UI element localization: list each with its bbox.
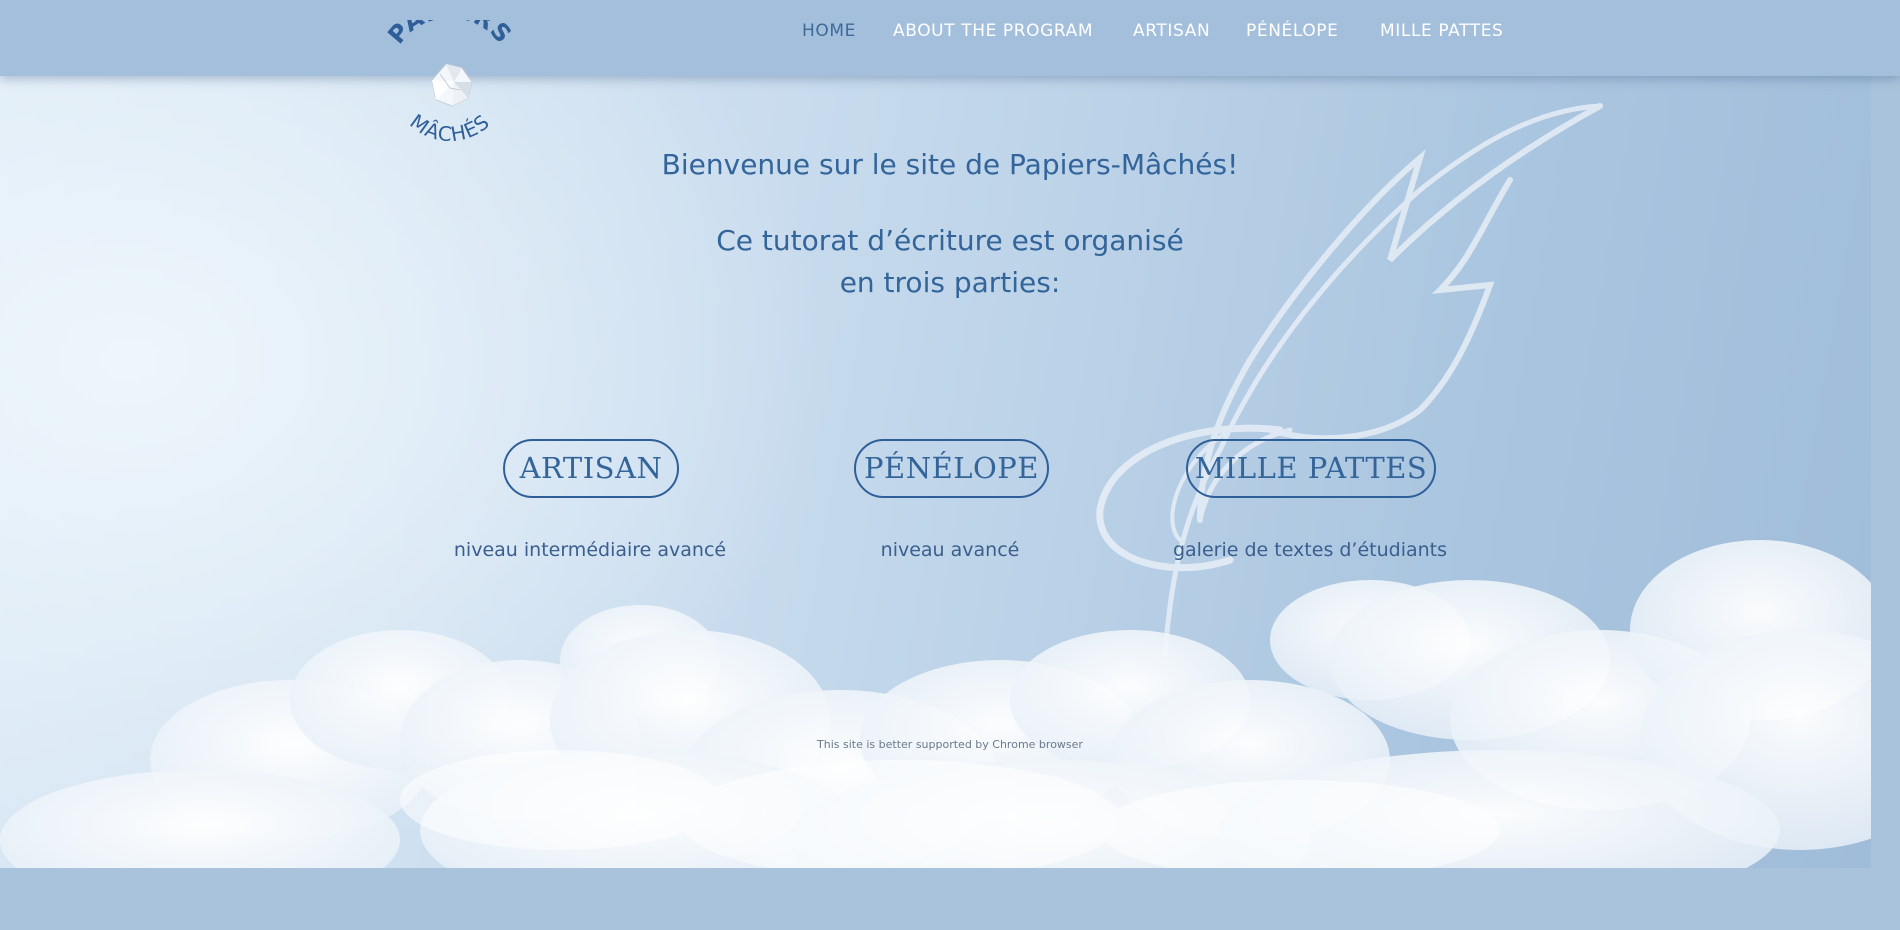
logo-top-text: PAPIERS <box>382 20 517 49</box>
top-navbar: HOME ABOUT THE PROGRAM ARTISAN PÉNÉLOPE … <box>0 0 1900 76</box>
artisan-button[interactable]: ARTISAN <box>503 439 679 498</box>
logo-bottom-text: MÂCHÉS <box>406 109 495 146</box>
mille-pattes-caption: galerie de textes d’étudiants <box>1172 539 1448 561</box>
intro-text: Ce tutorat d’écriture est organisé en tr… <box>0 220 1871 304</box>
hero-background: Bienvenue sur le site de Papiers-Mâchés!… <box>0 0 1871 868</box>
browser-support-note: This site is better supported by Chrome … <box>817 738 1083 751</box>
mille-pattes-button[interactable]: MILLE PATTES <box>1186 439 1436 498</box>
intro-line-2: en trois parties: <box>839 266 1061 299</box>
page: Bienvenue sur le site de Papiers-Mâchés!… <box>0 0 1900 930</box>
crumpled-paper-icon <box>431 63 473 107</box>
nav-about-program[interactable]: ABOUT THE PROGRAM <box>893 21 1093 41</box>
nav-artisan[interactable]: ARTISAN <box>1133 21 1210 41</box>
artisan-caption: niveau intermédiaire avancé <box>453 539 727 561</box>
feather-quill-icon <box>1096 103 1603 658</box>
penelope-caption: niveau avancé <box>880 539 1020 561</box>
intro-line-1: Ce tutorat d’écriture est organisé <box>716 224 1184 257</box>
nav-home[interactable]: HOME <box>802 21 856 41</box>
nav-mille-pattes[interactable]: MILLE PATTES <box>1380 21 1503 41</box>
nav-penelope[interactable]: PÉNÉLOPE <box>1246 21 1339 41</box>
penelope-button[interactable]: PÉNÉLOPE <box>854 439 1049 498</box>
welcome-heading: Bienvenue sur le site de Papiers-Mâchés! <box>661 148 1239 181</box>
site-logo[interactable]: PAPIERS MÂCHÉS <box>380 0 520 155</box>
